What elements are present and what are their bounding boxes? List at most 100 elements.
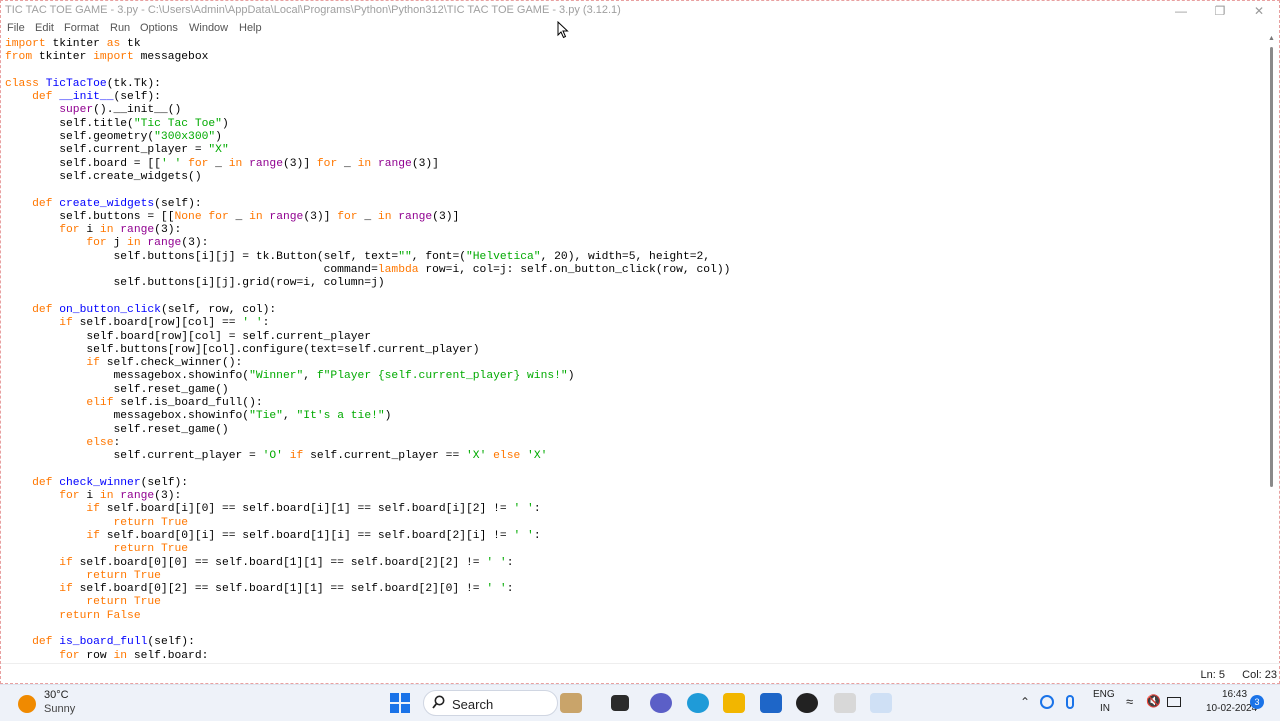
restore-button[interactable]: ❐ <box>1200 1 1240 21</box>
code-line[interactable]: command=lambda row=i, col=j: self.on_but… <box>5 264 731 277</box>
task-view-icon[interactable] <box>611 695 629 711</box>
menu-options[interactable]: Options <box>140 22 178 34</box>
teams-chat-icon[interactable] <box>650 693 672 713</box>
wifi-icon[interactable]: ≈ <box>1126 694 1133 709</box>
code-line[interactable] <box>5 291 730 304</box>
code-line[interactable] <box>5 184 730 197</box>
code-line[interactable]: else: <box>5 437 730 450</box>
microphone-icon[interactable] <box>1066 695 1074 709</box>
window-title: TIC TAC TOE GAME - 3.py - C:\Users\Admin… <box>5 4 621 16</box>
notification-badge[interactable]: 3 <box>1250 695 1264 709</box>
edge-browser-icon[interactable] <box>687 693 709 713</box>
code-line[interactable]: self.current_player = 'O' if self.curren… <box>5 450 730 463</box>
status-line-number: Ln: 5 <box>1200 669 1225 681</box>
clock-date[interactable]: 10-02-2024 <box>1206 703 1257 714</box>
code-line[interactable]: if self.board[i][0] == self.board[i][1] … <box>5 503 730 516</box>
dell-app-icon[interactable] <box>796 693 818 713</box>
code-line[interactable]: self.geometry("300x300") <box>5 131 730 144</box>
onedrive-sync-icon[interactable] <box>1040 695 1054 709</box>
status-bar: Ln: 5 Col: 23 <box>1 663 1280 686</box>
code-line[interactable]: messagebox.showinfo("Tie", "It's a tie!"… <box>5 410 730 423</box>
speaker-muted-icon[interactable]: 🔇 <box>1146 694 1161 708</box>
code-line[interactable]: def check_winner(self): <box>5 477 730 490</box>
code-line[interactable]: return True <box>5 596 730 609</box>
code-line[interactable]: if self.board[0][i] == self.board[1][i] … <box>5 530 730 543</box>
code-line[interactable]: import tkinter as tk <box>5 38 730 51</box>
code-line[interactable]: if self.board[0][2] == self.board[1][1] … <box>5 583 730 596</box>
code-text[interactable]: import tkinter as tk from tkinter import … <box>5 38 730 663</box>
code-line[interactable]: if self.check_winner(): <box>5 357 730 370</box>
mouse-pointer-icon <box>557 21 569 39</box>
scrollbar-thumb[interactable] <box>1270 47 1273 487</box>
code-line[interactable]: if self.board[0][0] == self.board[1][1] … <box>5 557 730 570</box>
code-line[interactable]: return False <box>5 610 730 623</box>
taskbar: 30°C Sunny Search ⌃ ENG IN ≈ 🔇 16:43 10-… <box>0 684 1280 721</box>
code-editor[interactable]: import tkinter as tk from tkinter import … <box>1 37 1269 663</box>
menu-bar: File Edit Format Run Options Window Help <box>1 21 1280 37</box>
code-line[interactable]: self.current_player = "X" <box>5 144 730 157</box>
taskbar-search[interactable]: Search <box>423 690 558 716</box>
code-line[interactable]: return True <box>5 517 730 530</box>
weather-temperature[interactable]: 30°C <box>44 689 69 701</box>
code-line[interactable]: for row in self.board: <box>5 650 730 663</box>
scroll-up-icon[interactable]: ▲ <box>1268 35 1275 42</box>
status-column-number: Col: 23 <box>1242 669 1277 681</box>
code-line[interactable]: self.reset_game() <box>5 424 730 437</box>
menu-format[interactable]: Format <box>64 22 99 34</box>
code-line[interactable]: self.reset_game() <box>5 384 730 397</box>
code-line[interactable]: def on_button_click(self, row, col): <box>5 304 730 317</box>
battery-icon[interactable] <box>1167 697 1181 707</box>
minimize-icon: — <box>1175 4 1187 18</box>
code-line[interactable]: elif self.is_board_full(): <box>5 397 730 410</box>
code-line[interactable]: from tkinter import messagebox <box>5 51 730 64</box>
code-line[interactable]: def is_board_full(self): <box>5 636 730 649</box>
code-line[interactable]: messagebox.showinfo("Winner", f"Player {… <box>5 370 730 383</box>
language-code[interactable]: ENG <box>1093 689 1115 700</box>
menu-help[interactable]: Help <box>239 22 262 34</box>
code-line[interactable]: for i in range(3): <box>5 490 730 503</box>
sun-icon[interactable] <box>18 695 36 713</box>
title-bar[interactable]: TIC TAC TOE GAME - 3.py - C:\Users\Admin… <box>1 1 1280 21</box>
idle-editor-window: TIC TAC TOE GAME - 3.py - C:\Users\Admin… <box>0 0 1280 684</box>
code-line[interactable] <box>5 65 730 78</box>
close-button[interactable]: ✕ <box>1239 1 1279 21</box>
code-line[interactable]: self.buttons[row][col].configure(text=se… <box>5 344 730 357</box>
clock-time[interactable]: 16:43 <box>1222 689 1247 700</box>
code-line[interactable] <box>5 623 730 636</box>
code-line[interactable]: super().__init__() <box>5 104 730 117</box>
region-code[interactable]: IN <box>1100 703 1110 714</box>
code-line[interactable]: return True <box>5 543 730 556</box>
code-line[interactable]: for j in range(3): <box>5 237 730 250</box>
code-line[interactable]: def __init__(self): <box>5 91 730 104</box>
python-launcher-icon[interactable] <box>834 693 856 713</box>
menu-file[interactable]: File <box>7 22 25 34</box>
code-line[interactable] <box>5 464 730 477</box>
search-label: Search <box>452 697 494 712</box>
code-line[interactable]: return True <box>5 570 730 583</box>
code-line[interactable]: def create_widgets(self): <box>5 198 730 211</box>
restore-icon: ❐ <box>1214 4 1226 18</box>
menu-window[interactable]: Window <box>189 22 228 34</box>
code-line[interactable]: self.board = [[' ' for _ in range(3)] fo… <box>5 158 730 171</box>
code-line[interactable]: if self.board[row][col] == ' ': <box>5 317 730 330</box>
search-icon <box>432 695 445 709</box>
code-line[interactable]: self.buttons[i][j] = tk.Button(self, tex… <box>5 251 730 264</box>
code-line[interactable]: self.buttons[i][j].grid(row=i, column=j) <box>5 277 730 290</box>
code-line[interactable]: self.title("Tic Tac Toe") <box>5 118 730 131</box>
menu-edit[interactable]: Edit <box>35 22 54 34</box>
code-line[interactable]: self.buttons = [[None for _ in range(3)]… <box>5 211 730 224</box>
vertical-scrollbar[interactable]: ▲ <box>1267 35 1277 663</box>
minimize-button[interactable]: — <box>1161 1 1201 21</box>
file-explorer-icon[interactable] <box>723 693 745 713</box>
mail-icon[interactable] <box>760 693 782 713</box>
code-line[interactable]: self.board[row][col] = self.current_play… <box>5 331 730 344</box>
idle-app-icon[interactable] <box>870 693 892 713</box>
menu-run[interactable]: Run <box>110 22 130 34</box>
code-line[interactable]: class TicTacToe(tk.Tk): <box>5 78 730 91</box>
code-line[interactable]: self.create_widgets() <box>5 171 730 184</box>
code-line[interactable]: for i in range(3): <box>5 224 730 237</box>
chevron-up-icon[interactable]: ⌃ <box>1020 695 1030 709</box>
widgets-app-icon[interactable] <box>560 693 582 713</box>
windows-start-icon[interactable] <box>390 693 410 713</box>
weather-condition[interactable]: Sunny <box>44 703 75 715</box>
